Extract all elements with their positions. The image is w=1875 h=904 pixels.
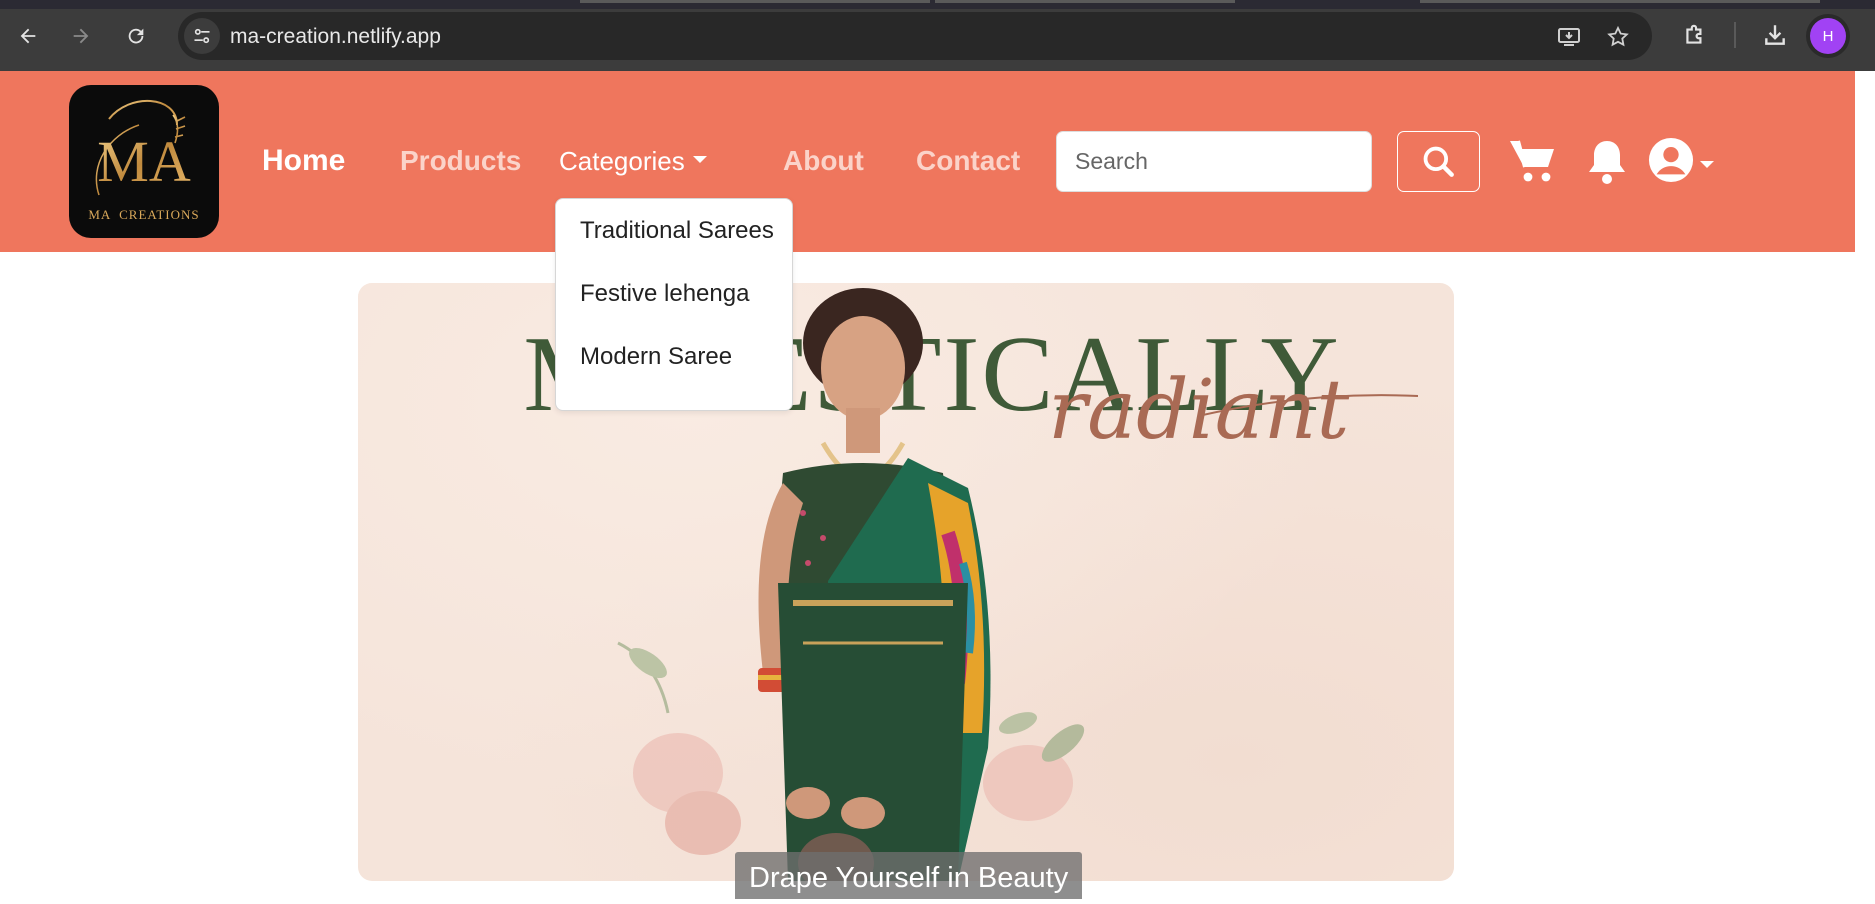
nav-categories-label: Categories <box>559 146 685 176</box>
bell-icon <box>1589 141 1625 184</box>
tune-icon <box>194 28 210 44</box>
svg-text:MA CREATIONS: MA CREATIONS <box>88 207 199 222</box>
user-circle-icon <box>1648 137 1694 183</box>
toolbar-divider <box>1734 22 1736 48</box>
account-dropdown-toggle[interactable] <box>1648 137 1714 183</box>
bookmark-button[interactable] <box>1605 24 1631 50</box>
cart-icon <box>1510 140 1554 182</box>
carousel-caption: Drape Yourself in Beauty <box>735 852 1083 899</box>
nav-home-link[interactable]: Home <box>262 144 345 178</box>
brand-logo[interactable]: MA MA CREATIONS <box>69 85 219 238</box>
tab-strip <box>0 0 1875 9</box>
dropdown-item-festive-lehenga[interactable]: Festive lehenga <box>556 276 792 339</box>
install-icon <box>1558 28 1580 46</box>
dropdown-item-traditional-sarees[interactable]: Traditional Sarees <box>556 213 792 276</box>
categories-dropdown-menu: Traditional Sarees Festive lehenga Moder… <box>555 198 793 411</box>
download-icon <box>1765 25 1785 45</box>
notifications-button[interactable] <box>1586 137 1628 185</box>
nav-products-link[interactable]: Products <box>400 145 521 177</box>
forward-button[interactable] <box>63 18 99 54</box>
nav-contact-link[interactable]: Contact <box>916 145 1020 177</box>
logo-monogram-icon: MA MA CREATIONS <box>88 99 199 222</box>
hero-carousel-slide[interactable]: MAJESTICALLY radiant <box>358 283 1454 881</box>
back-button[interactable] <box>10 18 46 54</box>
extensions-button[interactable] <box>1680 20 1710 50</box>
search-icon <box>1423 146 1454 177</box>
nav-about-link[interactable]: About <box>783 145 864 177</box>
site-info-button[interactable] <box>184 18 220 54</box>
address-bar[interactable]: ma-creation.netlify.app <box>178 12 1652 60</box>
puzzle-icon <box>1686 24 1702 44</box>
dropdown-item-modern-saree[interactable]: Modern Saree <box>556 339 792 402</box>
nav-categories-toggle[interactable]: Categories <box>559 146 707 177</box>
reload-button[interactable] <box>118 18 154 54</box>
caret-down-icon <box>692 156 707 163</box>
install-app-button[interactable] <box>1556 24 1582 50</box>
downloads-button[interactable] <box>1760 20 1790 50</box>
profile-avatar[interactable]: H <box>1810 18 1846 54</box>
browser-toolbar: ma-creation.netlify.app H <box>0 0 1875 71</box>
arrow-left-icon <box>20 28 36 44</box>
arrow-right-icon <box>73 28 89 44</box>
search-input[interactable] <box>1056 131 1372 192</box>
cart-button[interactable] <box>1508 137 1560 185</box>
search-button[interactable] <box>1397 131 1480 192</box>
star-icon <box>1607 25 1629 47</box>
site-navbar: MA MA CREATIONS Home Products Categories… <box>0 71 1855 252</box>
url-text[interactable]: ma-creation.netlify.app <box>230 25 441 49</box>
reload-icon <box>128 28 144 44</box>
caret-down-icon <box>1700 160 1714 168</box>
swoosh-decoration <box>1198 394 1418 417</box>
